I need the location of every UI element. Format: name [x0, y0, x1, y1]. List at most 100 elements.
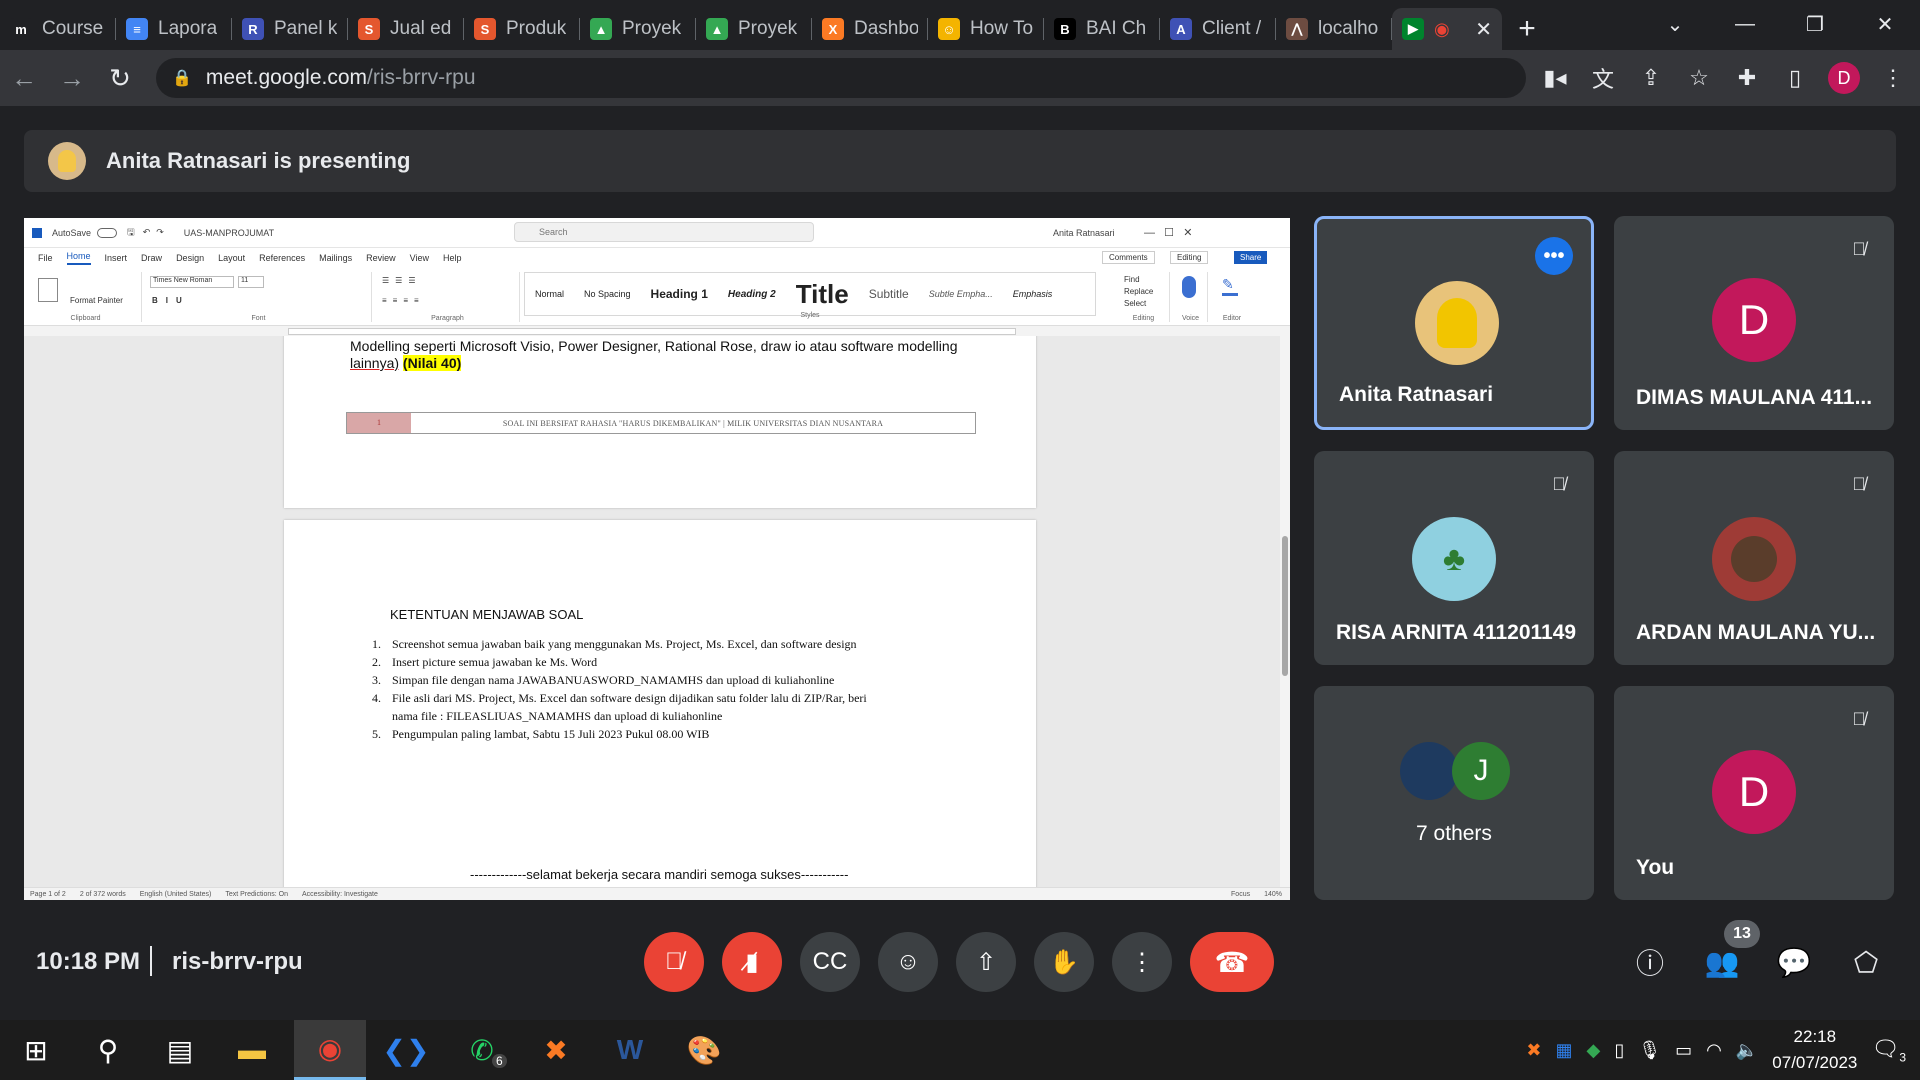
browser-tab[interactable]: S Jual ed — [348, 8, 464, 50]
style-option[interactable]: Subtitle — [859, 287, 919, 301]
translate-icon[interactable]: 文 — [1588, 63, 1618, 93]
font-format-buttons[interactable]: BIU — [152, 296, 190, 305]
reload-button[interactable]: ↻ — [96, 54, 144, 102]
word-menu-mailings[interactable]: Mailings — [319, 253, 352, 263]
undo-icon[interactable]: ↶ — [143, 227, 151, 238]
usb-icon[interactable]: ▯ — [1614, 1040, 1624, 1061]
editing-button[interactable]: Editing — [1170, 251, 1209, 264]
more-options-button[interactable]: ⋮ — [1112, 932, 1172, 992]
drive-tray-icon[interactable]: ◆ — [1587, 1040, 1601, 1061]
word-menu-draw[interactable]: Draw — [141, 253, 162, 263]
captions-button[interactable]: CC — [800, 932, 860, 992]
reactions-button[interactable]: ☺ — [878, 932, 938, 992]
status-words[interactable]: 2 of 372 words — [80, 891, 126, 898]
back-button[interactable]: ← — [0, 54, 48, 102]
raise-hand-button[interactable]: ✋ — [1034, 932, 1094, 992]
format-painter-label[interactable]: Format Painter — [70, 296, 123, 305]
notifications-icon[interactable]: 🗨3 — [1871, 1036, 1906, 1064]
battery-icon[interactable]: ▭ — [1675, 1040, 1692, 1061]
word-menu-help[interactable]: Help — [443, 253, 462, 263]
word-menu-file[interactable]: File — [38, 253, 53, 263]
style-option[interactable]: Emphasis — [1003, 289, 1063, 299]
minimize-button[interactable]: — — [1710, 0, 1780, 48]
style-option[interactable]: Normal — [525, 289, 574, 299]
taskbar-clock[interactable]: 22:18 07/07/2023 — [1772, 1024, 1857, 1076]
bookmark-star-icon[interactable]: ☆ — [1684, 63, 1714, 93]
share-icon[interactable]: ⇪ — [1636, 63, 1666, 93]
xampp-icon[interactable]: ✖ — [520, 1020, 592, 1080]
extensions-icon[interactable]: ✚ — [1732, 63, 1762, 93]
word-menu-references[interactable]: References — [259, 253, 305, 263]
more-options-icon[interactable]: ••• — [1535, 237, 1573, 275]
camera-icon[interactable]: ▮◂ — [1540, 63, 1570, 93]
editor-icon[interactable]: ✎ — [1222, 276, 1238, 296]
participant-tile-others[interactable]: J 7 others — [1314, 686, 1594, 900]
wifi-icon[interactable]: ◠ — [1706, 1040, 1722, 1061]
word-icon[interactable]: W — [594, 1020, 666, 1080]
tab-search-icon[interactable]: ⌄ — [1640, 0, 1710, 48]
browser-tab[interactable]: ≡ Lapora — [116, 8, 232, 50]
profile-avatar[interactable]: D — [1828, 62, 1860, 94]
style-option[interactable]: Heading 2 — [718, 289, 786, 300]
save-icon[interactable]: 🖫 — [127, 225, 135, 241]
active-meet-tab[interactable]: ▶ ◉ ✕ — [1392, 8, 1502, 50]
word-menu-home[interactable]: Home — [66, 251, 91, 265]
font-name-box[interactable]: Times New Roman — [150, 276, 234, 288]
restore-button[interactable]: ❐ — [1780, 0, 1850, 48]
present-button[interactable]: ⇧ — [956, 932, 1016, 992]
align-buttons[interactable]: ≡≡≡≡ — [382, 296, 425, 305]
word-search-box[interactable]: Search — [514, 222, 814, 242]
word-menu-view[interactable]: View — [410, 253, 429, 263]
browser-tab[interactable]: R Panel k — [232, 8, 348, 50]
url-bar[interactable]: 🔒 meet.google.com/ris-brrv-rpu — [156, 58, 1526, 98]
participant-tile-risa[interactable]: 🎙̸ ♣ RISA ARNITA 411201149 — [1314, 451, 1594, 665]
font-size-box[interactable]: 11 — [238, 276, 264, 288]
browser-tab[interactable]: ☺ How To — [928, 8, 1044, 50]
leave-call-button[interactable]: ☎ — [1190, 932, 1274, 992]
share-button[interactable]: Share — [1234, 251, 1268, 264]
forward-button[interactable]: → — [48, 54, 96, 102]
dictate-icon[interactable] — [1182, 276, 1196, 298]
browser-tab[interactable]: ▲ Proyek — [696, 8, 812, 50]
close-tab-icon[interactable]: ✕ — [1475, 17, 1492, 42]
style-option[interactable]: Heading 1 — [641, 287, 718, 301]
file-explorer-icon[interactable]: ▬ — [216, 1020, 288, 1080]
style-option[interactable]: Title — [786, 279, 859, 310]
focus-button[interactable]: Focus — [1231, 891, 1250, 898]
redo-icon[interactable]: ↷ — [156, 227, 164, 238]
kebab-menu-icon[interactable]: ⋮ — [1878, 63, 1908, 93]
comments-button[interactable]: Comments — [1102, 251, 1155, 264]
style-option[interactable]: Subtle Empha... — [919, 289, 1003, 299]
new-tab-button[interactable]: + — [1502, 8, 1552, 50]
status-page[interactable]: Page 1 of 2 — [30, 891, 66, 898]
zoom-level[interactable]: 140% — [1264, 891, 1290, 898]
participant-tile-ardan[interactable]: 🎙̸ ARDAN MAULANA YU... — [1614, 451, 1894, 665]
browser-tab[interactable]: ▲ Proyek — [580, 8, 696, 50]
browser-tab[interactable]: A Client / — [1160, 8, 1276, 50]
chrome-icon[interactable]: ◉ — [294, 1020, 366, 1080]
search-icon[interactable]: ⚲ — [72, 1020, 144, 1080]
find-replace-buttons[interactable]: Find Replace Select — [1124, 274, 1153, 310]
participant-tile-anita[interactable]: ••• Anita Ratnasari — [1314, 216, 1594, 430]
paste-icon[interactable] — [38, 278, 58, 302]
browser-tab[interactable]: S Produk — [464, 8, 580, 50]
style-option[interactable]: No Spacing — [574, 289, 641, 299]
doc-title[interactable]: UAS-MANPROJUMAT — [184, 228, 274, 238]
word-menu-insert[interactable]: Insert — [105, 253, 128, 263]
browser-tab[interactable]: B BAI Ch — [1044, 8, 1160, 50]
start-button[interactable]: ⊞ — [0, 1020, 72, 1080]
paint-icon[interactable]: 🎨 — [668, 1020, 740, 1080]
word-scrollbar[interactable] — [1280, 336, 1290, 887]
close-window-button[interactable]: ✕ — [1850, 0, 1920, 48]
status-language[interactable]: English (United States) — [140, 891, 212, 898]
app-tray-icon[interactable]: ▦ — [1556, 1040, 1573, 1061]
people-icon[interactable]: 👥 — [1698, 938, 1746, 986]
side-panel-icon[interactable]: ▯ — [1780, 63, 1810, 93]
meeting-details-icon[interactable]: ⓘ — [1626, 938, 1674, 986]
vscode-icon[interactable]: ❮❯ — [370, 1020, 442, 1080]
mic-off-button[interactable]: 🎙̸ — [644, 932, 704, 992]
activities-icon[interactable]: ⬠ — [1842, 938, 1890, 986]
status-predictions[interactable]: Text Predictions: On — [225, 891, 288, 898]
whatsapp-icon[interactable]: ✆ 6 — [446, 1020, 518, 1080]
xampp-tray-icon[interactable]: ✖ — [1526, 1040, 1541, 1061]
